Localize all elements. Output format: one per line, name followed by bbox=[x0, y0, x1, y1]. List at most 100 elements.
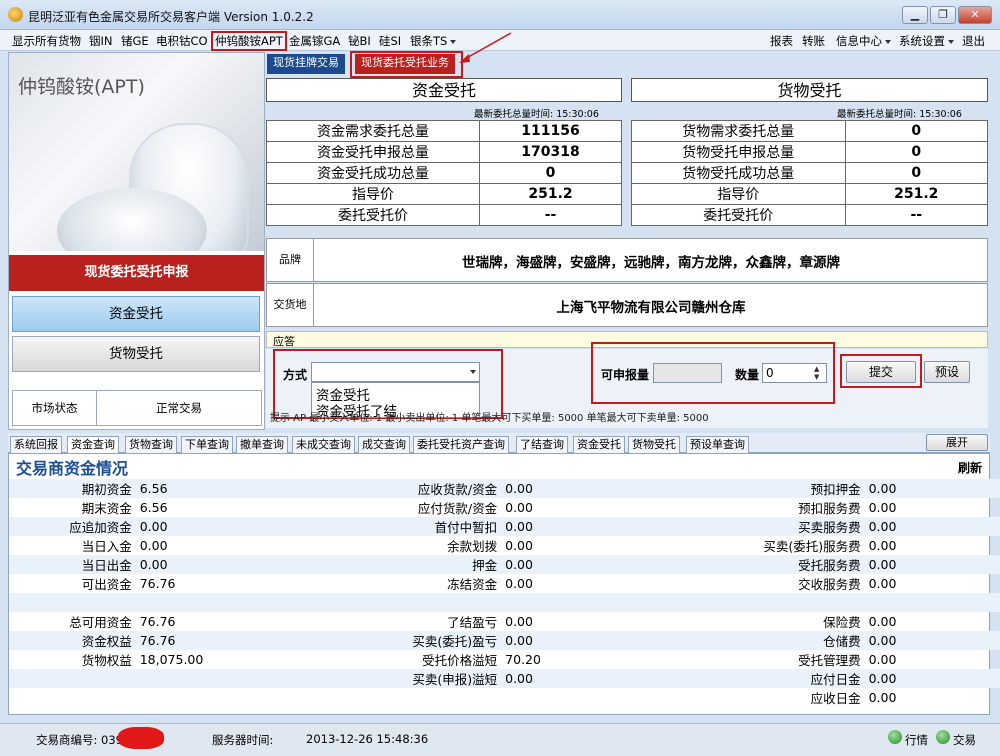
app-logo-icon bbox=[8, 7, 23, 22]
fund-item-value: 0.00 bbox=[505, 613, 533, 629]
tab-bottom-0[interactable]: 系统回报 bbox=[10, 436, 62, 453]
tab-bottom-10[interactable]: 货物受托 bbox=[628, 436, 680, 453]
expand-button[interactable]: 展开 bbox=[926, 434, 988, 451]
goods-stat-label: 货物受托申报总量 bbox=[631, 141, 846, 163]
menu-cobalt[interactable]: 电积钴CO bbox=[156, 33, 208, 49]
tab-bottom-6[interactable]: 成交查询 bbox=[358, 436, 410, 453]
fund-item-value: 0.00 bbox=[135, 517, 267, 536]
fund-item-value: 0.00 bbox=[864, 668, 1000, 688]
fund-item-label: 应收日金 bbox=[810, 690, 861, 706]
tab-bottom-5[interactable]: 未成交查询 bbox=[292, 436, 355, 453]
qty-value: 0 bbox=[766, 366, 774, 380]
fund-item-value: 0.00 bbox=[501, 517, 629, 536]
delivery-value: 上海飞平物流有限公司赣州仓库 bbox=[556, 300, 746, 316]
fund-stat-value: 0 bbox=[479, 162, 622, 184]
tab-bottom-1[interactable]: 资金查询 bbox=[67, 436, 119, 453]
fund-side-title: 资金受托 bbox=[266, 78, 622, 102]
menu-bismuth[interactable]: 铋BI bbox=[348, 33, 371, 49]
tab-bottom-11[interactable]: 预设单查询 bbox=[686, 436, 749, 453]
quote-status[interactable]: 行情 bbox=[905, 732, 928, 748]
fund-stat-value: -- bbox=[479, 204, 622, 226]
fund-item-label: 应付日金 bbox=[628, 668, 865, 688]
quantity-stepper[interactable]: 0 ▲ ▼ bbox=[762, 363, 827, 383]
fund-item-label: 受托管理费 bbox=[798, 652, 861, 668]
fund-item-value: 0.00 bbox=[139, 538, 168, 553]
close-button[interactable]: ✕ bbox=[958, 6, 992, 24]
market-status-value: 正常交易 bbox=[156, 401, 202, 415]
menu-transfer[interactable]: 转账 bbox=[802, 33, 825, 49]
delivery-label: 交货地 bbox=[267, 284, 314, 326]
fund-item-label: 当日入金 bbox=[81, 539, 132, 554]
fund-stat-label: 资金受托成功总量 bbox=[266, 162, 480, 184]
goods-stat-value: 0 bbox=[844, 162, 989, 184]
fund-item-label bbox=[9, 688, 136, 707]
refresh-button[interactable]: 刷新 bbox=[958, 459, 982, 476]
maximize-button[interactable]: ❐ bbox=[930, 6, 956, 24]
goods-stat-label: 货物需求委托总量 bbox=[631, 120, 846, 142]
fund-item-value: 6.56 bbox=[139, 500, 168, 515]
fund-item-label: 应付货款/资金 bbox=[417, 501, 498, 516]
minimize-button[interactable]: ▁ bbox=[902, 6, 928, 24]
fund-item-value bbox=[501, 593, 629, 612]
fund-item-value: 6.56 bbox=[135, 479, 267, 498]
tab-bottom-2[interactable]: 货物查询 bbox=[125, 436, 177, 453]
menu-system-settings-label: 系统设置 bbox=[899, 34, 945, 48]
fund-item-label: 受托价格溢短 bbox=[422, 652, 498, 668]
fund-item-label: 可出资金 bbox=[81, 577, 132, 592]
menu-germanium[interactable]: 锗GE bbox=[121, 33, 149, 49]
fund-item-label: 余款划拨 bbox=[447, 539, 498, 554]
menu-system-settings[interactable]: 系统设置 bbox=[899, 33, 954, 49]
goods-stat-value: 0 bbox=[844, 141, 989, 163]
fund-item-value: 0.00 bbox=[501, 668, 629, 688]
menu-all-goods[interactable]: 显示所有货物 bbox=[12, 33, 81, 49]
fund-item-label: 期初资金 bbox=[9, 479, 136, 498]
goods-stat-row: 货物受托成功总量 0 bbox=[631, 162, 989, 184]
fund-stat-row: 指导价 251.2 bbox=[266, 183, 622, 205]
menu-report[interactable]: 报表 bbox=[770, 33, 793, 49]
goods-stat-row: 货物受托申报总量 0 bbox=[631, 141, 989, 163]
table-row: 货物权益 18,075.00 受托价格溢短 70.20 受托管理费 0.00 bbox=[9, 650, 1000, 669]
menu-silicon[interactable]: 硅SI bbox=[379, 33, 401, 49]
table-row: 期初资金 6.56 应收货款/资金 0.00 预扣押金 0.00 bbox=[9, 479, 1000, 498]
menu-apt[interactable]: 仲钨酸铵APT bbox=[211, 31, 287, 51]
fund-stat-value: 251.2 bbox=[479, 183, 622, 205]
tab-bottom-9[interactable]: 资金受托 bbox=[573, 436, 625, 453]
fund-update-time: 最新委托总量时间: 15:30:06 bbox=[474, 109, 599, 120]
tab-bottom-3[interactable]: 下单查询 bbox=[181, 436, 233, 453]
window-title: 昆明泛亚有色金属交易所交易客户端 Version 1.0.2.2 bbox=[28, 10, 314, 24]
menu-gallium[interactable]: 金属镓GA bbox=[289, 33, 340, 49]
menu-silver-label: 银条TS bbox=[410, 34, 448, 48]
fund-stat-row: 资金需求委托总量 111156 bbox=[266, 120, 622, 142]
menu-silver[interactable]: 银条TS bbox=[410, 33, 457, 49]
chevron-down-icon bbox=[470, 370, 476, 374]
tab-spot-entrust[interactable]: 现货委托受托业务 bbox=[355, 54, 455, 74]
goods-entrust-button[interactable]: 货物受托 bbox=[12, 336, 260, 372]
tab-spot-listing[interactable]: 现货挂牌交易 bbox=[267, 54, 345, 74]
menu-exit[interactable]: 退出 bbox=[962, 33, 985, 49]
goods-stat-value: 0 bbox=[844, 120, 989, 142]
brand-label: 品牌 bbox=[267, 239, 314, 281]
tab-bottom-8[interactable]: 了结查询 bbox=[516, 436, 568, 453]
fund-item-value: 76.76 bbox=[139, 613, 176, 629]
tab-bottom-4[interactable]: 撤单查询 bbox=[236, 436, 288, 453]
fund-item-value: 0.00 bbox=[501, 630, 629, 650]
server-time: 2013-12-26 15:48:36 bbox=[306, 732, 429, 746]
table-row: 当日入金 0.00 余款划拨 0.00 买卖(委托)服务费 0.00 bbox=[9, 536, 1000, 555]
fund-item-label bbox=[266, 593, 502, 612]
fund-item-label bbox=[267, 688, 501, 707]
response-label: 应答 bbox=[273, 335, 295, 348]
fund-item-label bbox=[9, 593, 136, 612]
fund-stat-value: 170318 bbox=[479, 141, 622, 163]
submit-button[interactable]: 提交 bbox=[846, 361, 916, 383]
method-select[interactable] bbox=[311, 362, 480, 382]
trade-status[interactable]: 交易 bbox=[953, 732, 976, 748]
stepper-arrows-icon[interactable]: ▲ ▼ bbox=[814, 365, 819, 381]
fund-stat-label: 委托受托价 bbox=[266, 204, 480, 226]
fund-item-value: 18,075.00 bbox=[139, 651, 204, 667]
menu-indium[interactable]: 铟IN bbox=[89, 33, 113, 49]
menu-info-center[interactable]: 信息中心 bbox=[836, 33, 891, 49]
tab-bottom-7[interactable]: 委托受托资产查询 bbox=[413, 436, 509, 453]
fund-entrust-button[interactable]: 资金受托 bbox=[12, 296, 260, 332]
fund-stat-row: 资金受托申报总量 170318 bbox=[266, 141, 622, 163]
preset-button[interactable]: 预设 bbox=[924, 361, 970, 383]
